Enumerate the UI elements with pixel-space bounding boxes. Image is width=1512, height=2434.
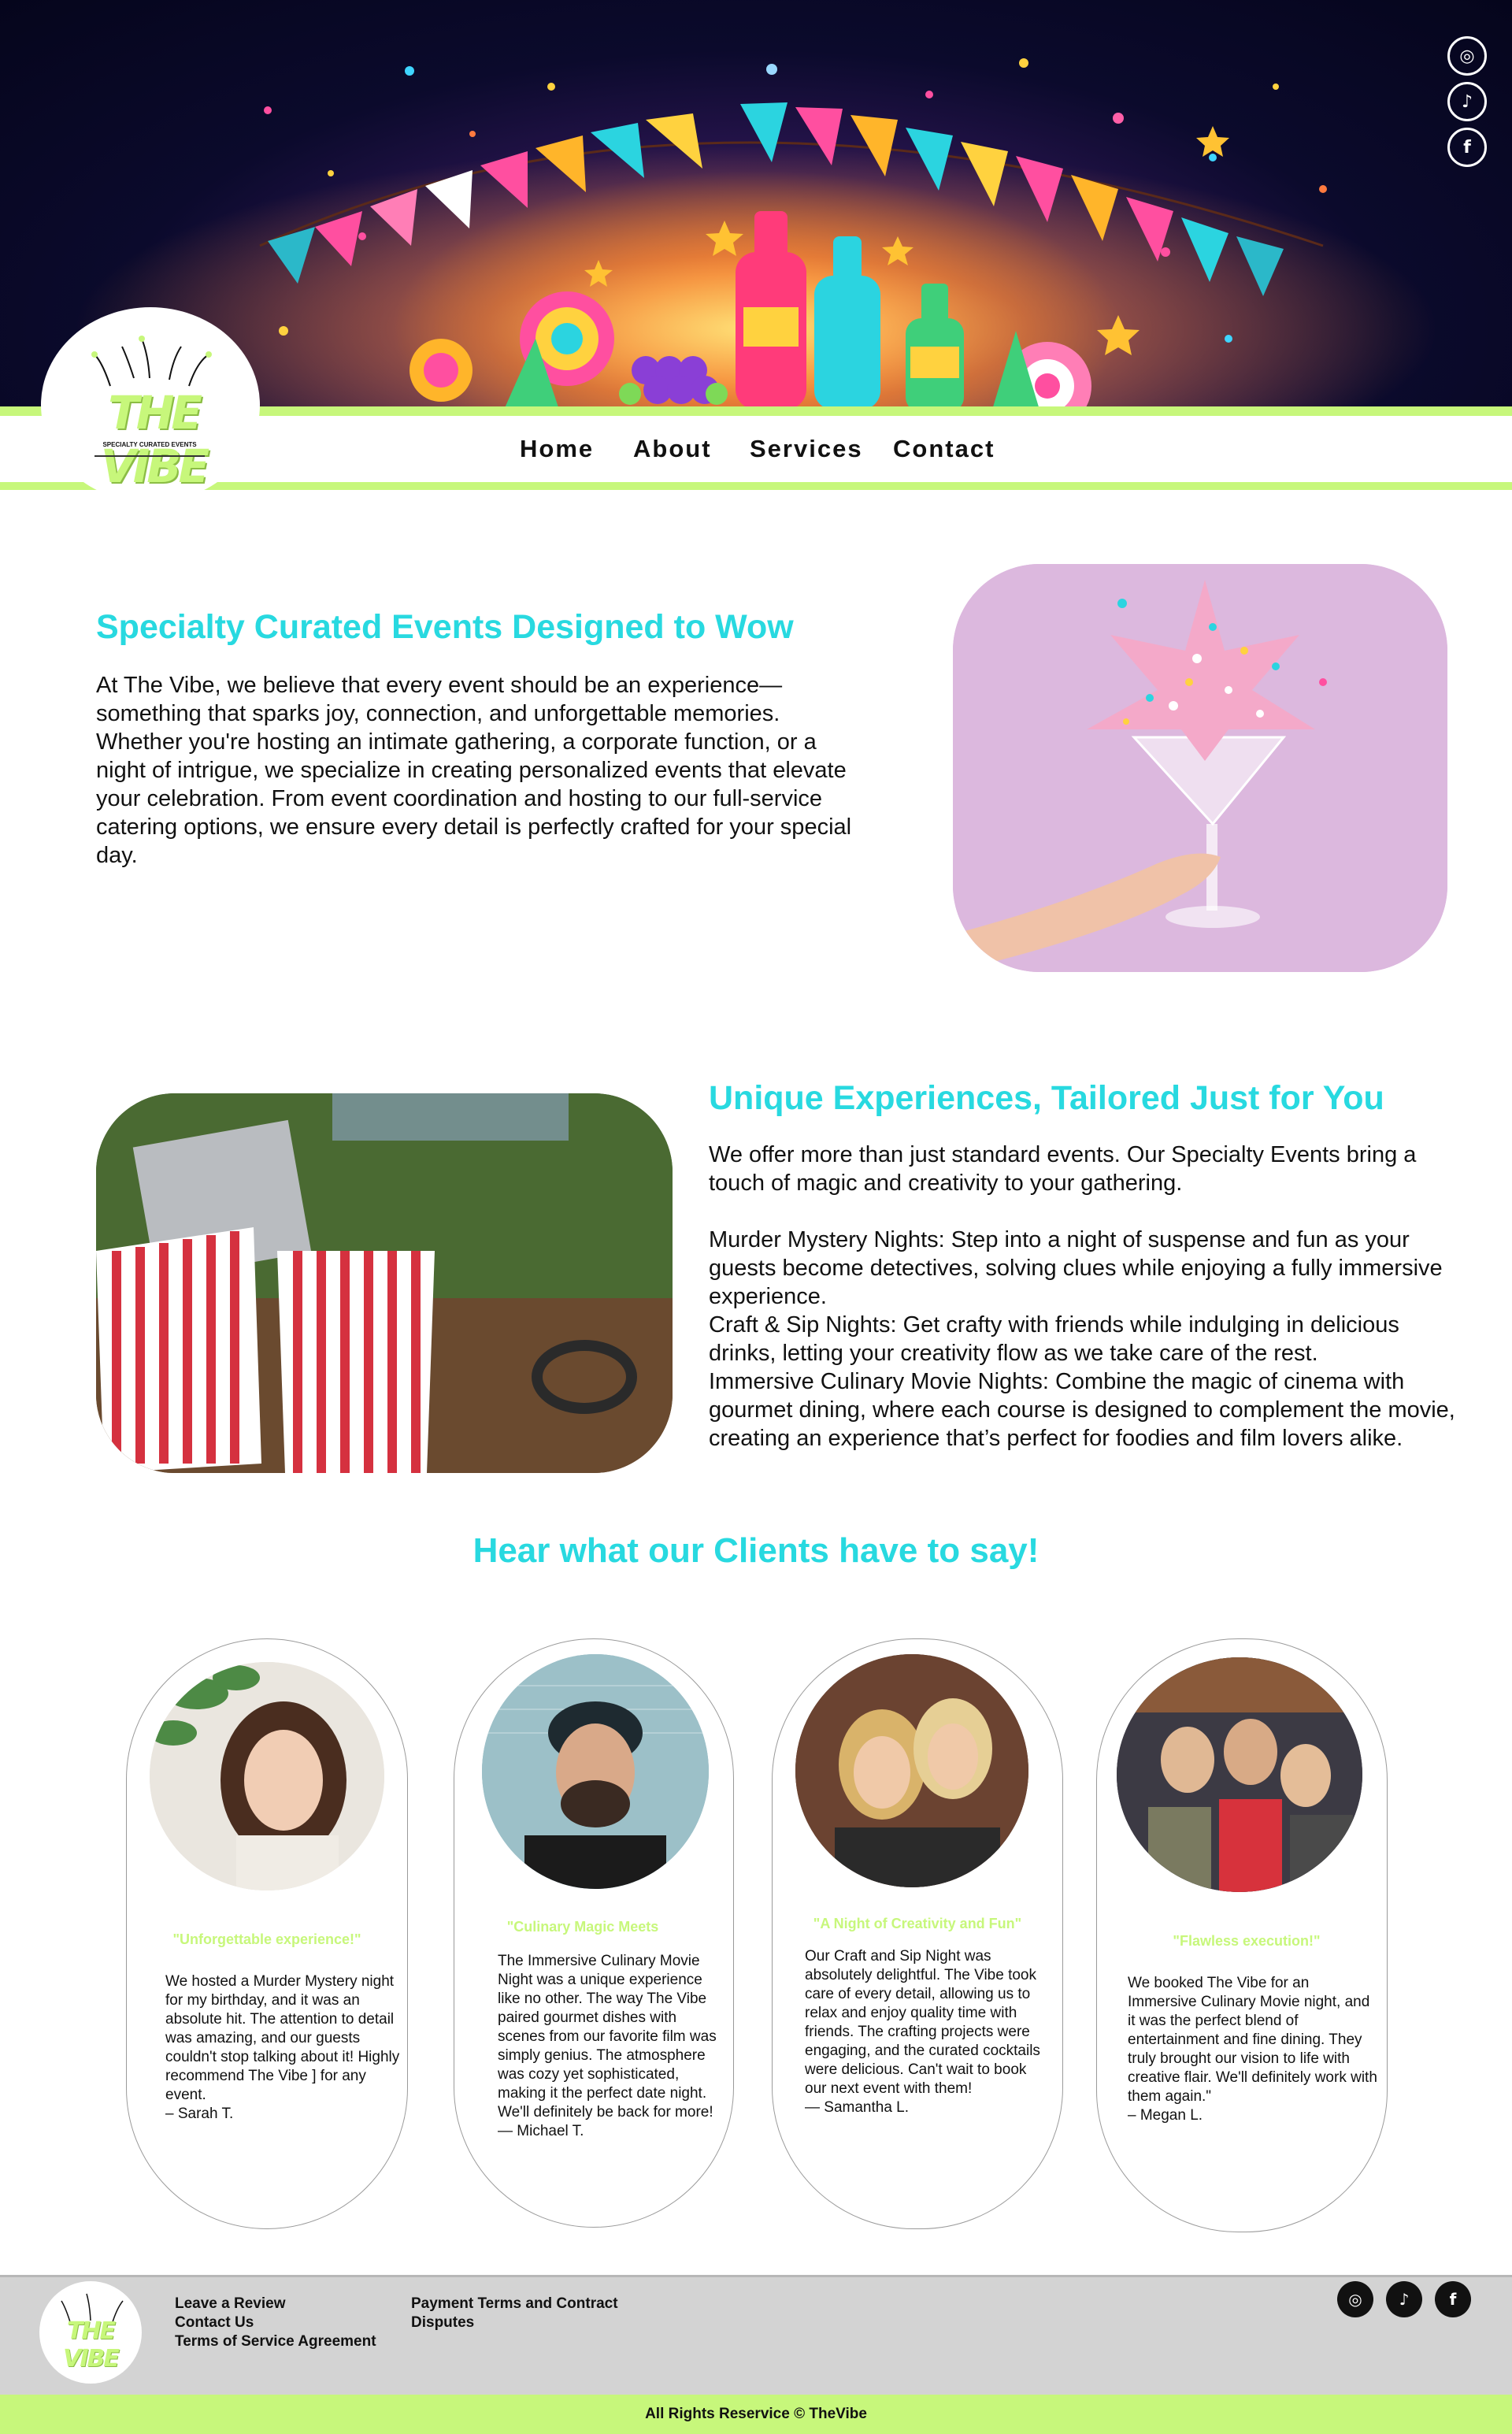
nav-home-link[interactable]: Home (520, 435, 594, 463)
tiktok-icon[interactable]: ♪ (1447, 82, 1487, 121)
nav-about-link[interactable]: About (633, 435, 712, 463)
testimonial-quote-title: "Unforgettable experience!" (172, 1931, 361, 1947)
testimonial-body: We booked The Vibe for an Immersive Culi… (1128, 1974, 1380, 2125)
logo-divider (94, 455, 205, 457)
facebook-icon[interactable]: f (1435, 2281, 1471, 2317)
footer-link-contact-us[interactable]: Contact Us (175, 2314, 254, 2332)
services-list: Murder Mystery Nights: Step into a night… (709, 1226, 1457, 1453)
section-intro-unique: We offer more than just standard events.… (709, 1142, 1417, 1196)
facebook-icon[interactable]: f (1447, 128, 1487, 167)
section-title-unique: Unique Experiences, Tailored Just for Yo… (709, 1079, 1384, 1117)
client-avatar (482, 1654, 709, 1889)
social-links-header: ◎ ♪ f (1447, 36, 1488, 167)
logo-tagline: SPECIALTY CURATED EVENTS (102, 441, 197, 448)
testimonial-text: The Immersive Culinary Movie Night was a… (498, 1953, 717, 2120)
footer-logo-wordmark: THE VIBE (63, 2317, 120, 2373)
footer-link-leave-review[interactable]: Leave a Review (175, 2295, 285, 2313)
testimonial-quote-title: "Flawless execution!" (1173, 1933, 1321, 1949)
testimonial-text: We hosted a Murder Mystery night for my … (165, 1973, 400, 2103)
testimonial-body: We hosted a Murder Mystery night for my … (165, 1972, 402, 2124)
logo-wordmark: THE VIBE (100, 386, 209, 493)
client-avatar (150, 1662, 384, 1890)
tiktok-icon[interactable]: ♪ (1386, 2281, 1422, 2317)
service-craft-sip: Craft & Sip Nights: Get crafty with frie… (709, 1312, 1399, 1366)
service-murder-mystery: Murder Mystery Nights: Step into a night… (709, 1227, 1443, 1309)
testimonial-author: — Michael T. (498, 2123, 584, 2139)
testimonial-author: – Megan L. (1128, 2107, 1203, 2124)
footer-link-payment-terms[interactable]: Payment Terms and Contract (411, 2295, 618, 2313)
section-title-specialty: Specialty Curated Events Designed to Wow (96, 608, 794, 646)
site-logo[interactable]: THE VIBE SPECIALTY CURATED EVENTS (55, 331, 244, 493)
footer-link-terms[interactable]: Terms of Service Agreement (175, 2333, 376, 2351)
instagram-icon[interactable]: ◎ (1447, 36, 1487, 76)
footer-link-disputes[interactable]: Disputes (411, 2314, 474, 2332)
testimonial-quote-title: "A Night of Creativity and Fun" (813, 1916, 1022, 1931)
testimonial-body: Our Craft and Sip Night was absolutely d… (805, 1947, 1049, 2117)
footer-logo[interactable]: THE VIBE (39, 2281, 142, 2384)
client-avatar (795, 1654, 1028, 1887)
testimonial-text: Our Craft and Sip Night was absolutely d… (805, 1948, 1040, 2097)
testimonial-author: — Samantha L. (805, 2099, 910, 2116)
copyright-text: All Rights Reservice © TheVibe (645, 2406, 867, 2422)
testimonial-quote-title: "Culinary Magic Meets (506, 1919, 659, 1935)
testimonial-body: The Immersive Culinary Movie Night was a… (498, 1952, 726, 2141)
testimonial-text: We booked The Vibe for an Immersive Culi… (1128, 1975, 1377, 2105)
section-body-specialty: At The Vibe, we believe that every event… (96, 673, 852, 868)
testimonial-author: – Sarah T. (165, 2106, 234, 2122)
firework-icon (91, 336, 212, 387)
client-avatar (1117, 1657, 1362, 1892)
testimonials-title: Hear what our Clients have to say! (472, 1531, 1040, 1570)
popcorn-outdoor-image (96, 1093, 673, 1473)
nav-contact-link[interactable]: Contact (893, 435, 995, 463)
cocktail-sprinkles-image (953, 564, 1447, 972)
instagram-icon[interactable]: ◎ (1337, 2281, 1373, 2317)
nav-services-link[interactable]: Services (750, 435, 863, 463)
service-culinary-movie: Immersive Culinary Movie Nights: Combine… (709, 1369, 1455, 1451)
